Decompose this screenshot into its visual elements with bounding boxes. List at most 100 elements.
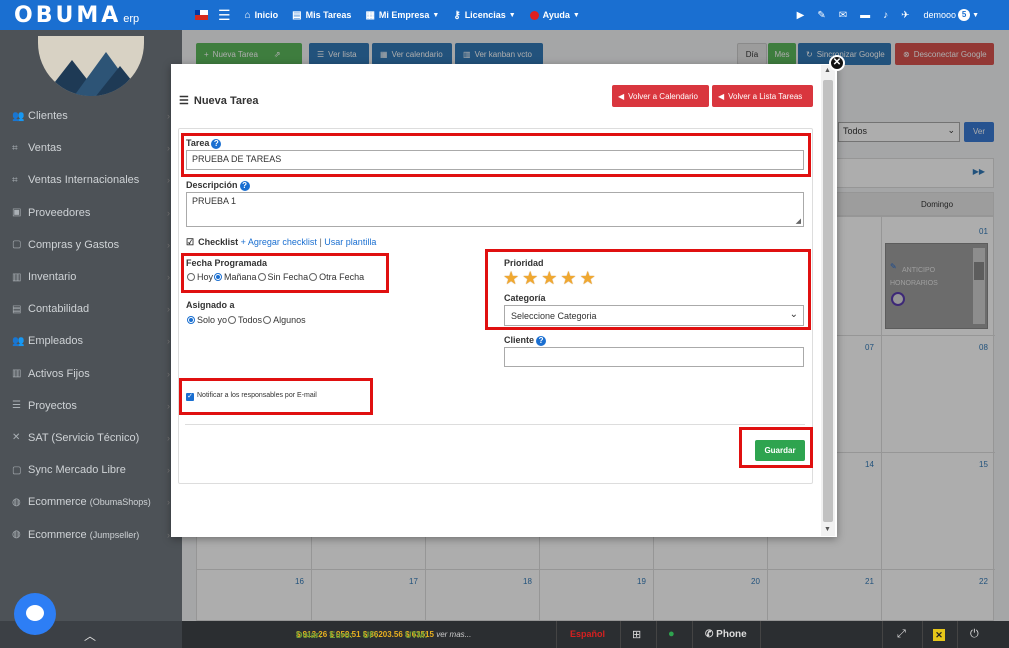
back-to-calendar-button[interactable]: ◀ Volver a Calendario xyxy=(612,85,709,107)
sidebar-item-label: Sync Mercado Libre xyxy=(28,464,126,477)
sidebar-item-ecommerce-obumashops[interactable]: ◍ Ecommerce (ObumaShops) › xyxy=(0,486,182,518)
tools-icon: ✕ xyxy=(12,432,21,444)
youtube-icon[interactable]: ▶ xyxy=(797,10,805,21)
user-menu[interactable]: demooo 5 ▼ xyxy=(924,9,979,21)
sidebar-item-contabilidad[interactable]: ▤ Contabilidad › xyxy=(0,293,182,325)
help-icon[interactable]: ? xyxy=(239,181,250,191)
radio-label: Algunos xyxy=(273,315,306,325)
truck-icon: ▣ xyxy=(12,207,22,219)
sidebar-item-empleados[interactable]: 👥 Empleados › xyxy=(0,325,182,357)
sidebar-item-ventas-internacionales[interactable]: ⌗ Ventas Internacionales › xyxy=(0,164,182,196)
rate-label: Euro: xyxy=(329,630,353,640)
radio-solo-yo[interactable] xyxy=(187,316,195,324)
assigned-to-label: Asignado a xyxy=(186,300,235,310)
close-modal-button[interactable]: ✕ xyxy=(829,55,845,71)
nav-inicio-label: Inicio xyxy=(254,10,279,20)
modal-title: ☰ Nueva Tarea xyxy=(179,94,258,108)
rate-label: UF: xyxy=(362,630,378,640)
language-selector[interactable]: Español xyxy=(570,629,605,639)
list-icon: ☰ xyxy=(12,400,21,412)
close-icon[interactable]: ✕ xyxy=(933,629,945,641)
tasks-icon: ▤ xyxy=(292,9,302,21)
company-logo xyxy=(38,36,144,96)
folder-icon[interactable]: ▬ xyxy=(860,10,870,21)
chevron-up-icon[interactable]: ︿ xyxy=(84,627,96,644)
add-checklist-link[interactable]: + Agregar checklist xyxy=(241,237,317,247)
sidebar-item-clientes[interactable]: 👥 Clientes › xyxy=(0,100,182,132)
mail-icon[interactable]: ✉ xyxy=(839,10,847,21)
form-divider xyxy=(185,424,805,425)
chevron-right-icon: › xyxy=(167,465,170,476)
bell-icon[interactable]: ♪ xyxy=(883,10,888,21)
scroll-down-icon[interactable]: ▼ xyxy=(824,526,831,533)
back-to-list-button[interactable]: ◀ Volver a Lista Tareas xyxy=(712,85,813,107)
sidebar-item-sat[interactable]: ✕ SAT (Servicio Técnico) › xyxy=(0,422,182,454)
sidebar-item-compras-gastos[interactable]: ▢ Compras y Gastos › xyxy=(0,229,182,261)
chat-icon[interactable]: ● xyxy=(668,628,675,640)
sidebar-item-label: Proyectos xyxy=(28,399,77,412)
use-template-link[interactable]: Usar plantilla xyxy=(324,237,376,247)
org-chart-icon[interactable]: ⊞ xyxy=(632,628,641,641)
description-textarea[interactable]: PRUEBA 1 ◢ xyxy=(186,192,804,227)
client-input[interactable] xyxy=(504,347,804,367)
user-name: demooo xyxy=(923,10,957,20)
footer-divider xyxy=(656,621,657,648)
barcode-icon: ▥ xyxy=(12,271,22,283)
top-navbar: OBUMA erp ☰ ⌂ Inicio ▤ Mis Tareas ▦ Mi E… xyxy=(0,0,1009,30)
sidebar-item-label: Ecommerce xyxy=(28,496,87,509)
home-icon: ⌂ xyxy=(244,9,251,21)
chat-bubble-icon xyxy=(26,605,44,621)
phone-button[interactable]: ✆ Phone xyxy=(705,629,747,640)
sidebar-item-ecommerce-jumpseller[interactable]: ◍ Ecommerce (Jumpseller) › xyxy=(0,518,182,550)
sidebar-item-inventario[interactable]: ▥ Inventario › xyxy=(0,261,182,293)
globe-icon: ◍ xyxy=(12,529,21,541)
back-to-list-label: Volver a Lista Tareas xyxy=(728,91,803,101)
nav-licencias[interactable]: ⚷ Licencias ▼ xyxy=(453,10,515,21)
sidebar-item-ventas[interactable]: ⌗ Ventas › xyxy=(0,132,182,164)
assigned-to-options: Solo yo Todos Algunos xyxy=(186,315,306,325)
chevron-right-icon: › xyxy=(167,111,170,122)
scroll-thumb[interactable] xyxy=(823,80,833,522)
nav-mi-empresa[interactable]: ▦ Mi Empresa ▼ xyxy=(365,10,439,21)
sidebar-item-label: Activos Fijos xyxy=(28,367,90,380)
arrow-left-icon: ◀ xyxy=(618,91,625,101)
back-to-calendar-label: Volver a Calendario xyxy=(628,91,698,101)
footer-divider xyxy=(882,621,883,648)
sidebar-item-label: Proveedores xyxy=(28,206,91,219)
chevron-right-icon: › xyxy=(167,143,170,154)
nav-inicio[interactable]: ⌂ Inicio xyxy=(245,10,279,21)
chile-flag-icon[interactable] xyxy=(195,10,208,20)
checklist-row: ☑ Checklist + Agregar checklist | Usar pl… xyxy=(186,237,376,248)
chat-widget-button[interactable] xyxy=(14,593,56,635)
plane-icon[interactable]: ✈ xyxy=(901,10,909,21)
sidebar-item-label: Empleados xyxy=(28,335,84,348)
sidebar-item-proyectos[interactable]: ☰ Proyectos › xyxy=(0,390,182,422)
status-footer: Dolar: $ 913.26 Euro: $ 959.51 UF: $ 362… xyxy=(182,621,1009,648)
user-badge: 5 xyxy=(958,9,971,21)
resize-grip-icon[interactable]: ◢ xyxy=(796,217,801,225)
employees-icon: 👥 xyxy=(12,335,25,347)
footer-divider xyxy=(620,621,621,648)
brand-logo[interactable]: OBUMA erp xyxy=(0,3,195,28)
rates-more-link[interactable]: ver mas... xyxy=(436,630,471,639)
description-value: PRUEBA 1 xyxy=(192,196,237,206)
sidebar-item-label: Clientes xyxy=(28,110,68,123)
sidebar-item-proveedores[interactable]: ▣ Proveedores › xyxy=(0,197,182,229)
highlight-task-name xyxy=(181,133,811,177)
sidebar-item-activos-fijos[interactable]: ▥ Activos Fijos › xyxy=(0,358,182,390)
nav-mis-tareas[interactable]: ▤ Mis Tareas xyxy=(292,10,351,21)
power-icon[interactable]: ⏻ xyxy=(970,628,979,641)
modal-scrollbar[interactable]: ▲ ▼ xyxy=(821,65,835,536)
phone-label: Phone xyxy=(716,629,747,640)
sidebar-item-label: Contabilidad xyxy=(28,303,90,316)
nav-mis-tareas-label: Mis Tareas xyxy=(305,10,352,20)
radio-algunos[interactable] xyxy=(263,316,272,324)
radio-todos[interactable] xyxy=(228,316,237,324)
description-label-text: Descripción xyxy=(186,180,238,190)
help-icon[interactable]: ? xyxy=(536,336,547,346)
pen-icon[interactable]: ✎ xyxy=(817,10,825,21)
nav-ayuda[interactable]: Ayuda ▼ xyxy=(529,10,580,20)
hamburger-menu-icon[interactable]: ☰ xyxy=(218,7,231,24)
fullscreen-icon[interactable]: ⤢ xyxy=(897,628,906,641)
sidebar-item-mercado-libre[interactable]: ▢ Sync Mercado Libre › xyxy=(0,454,182,486)
